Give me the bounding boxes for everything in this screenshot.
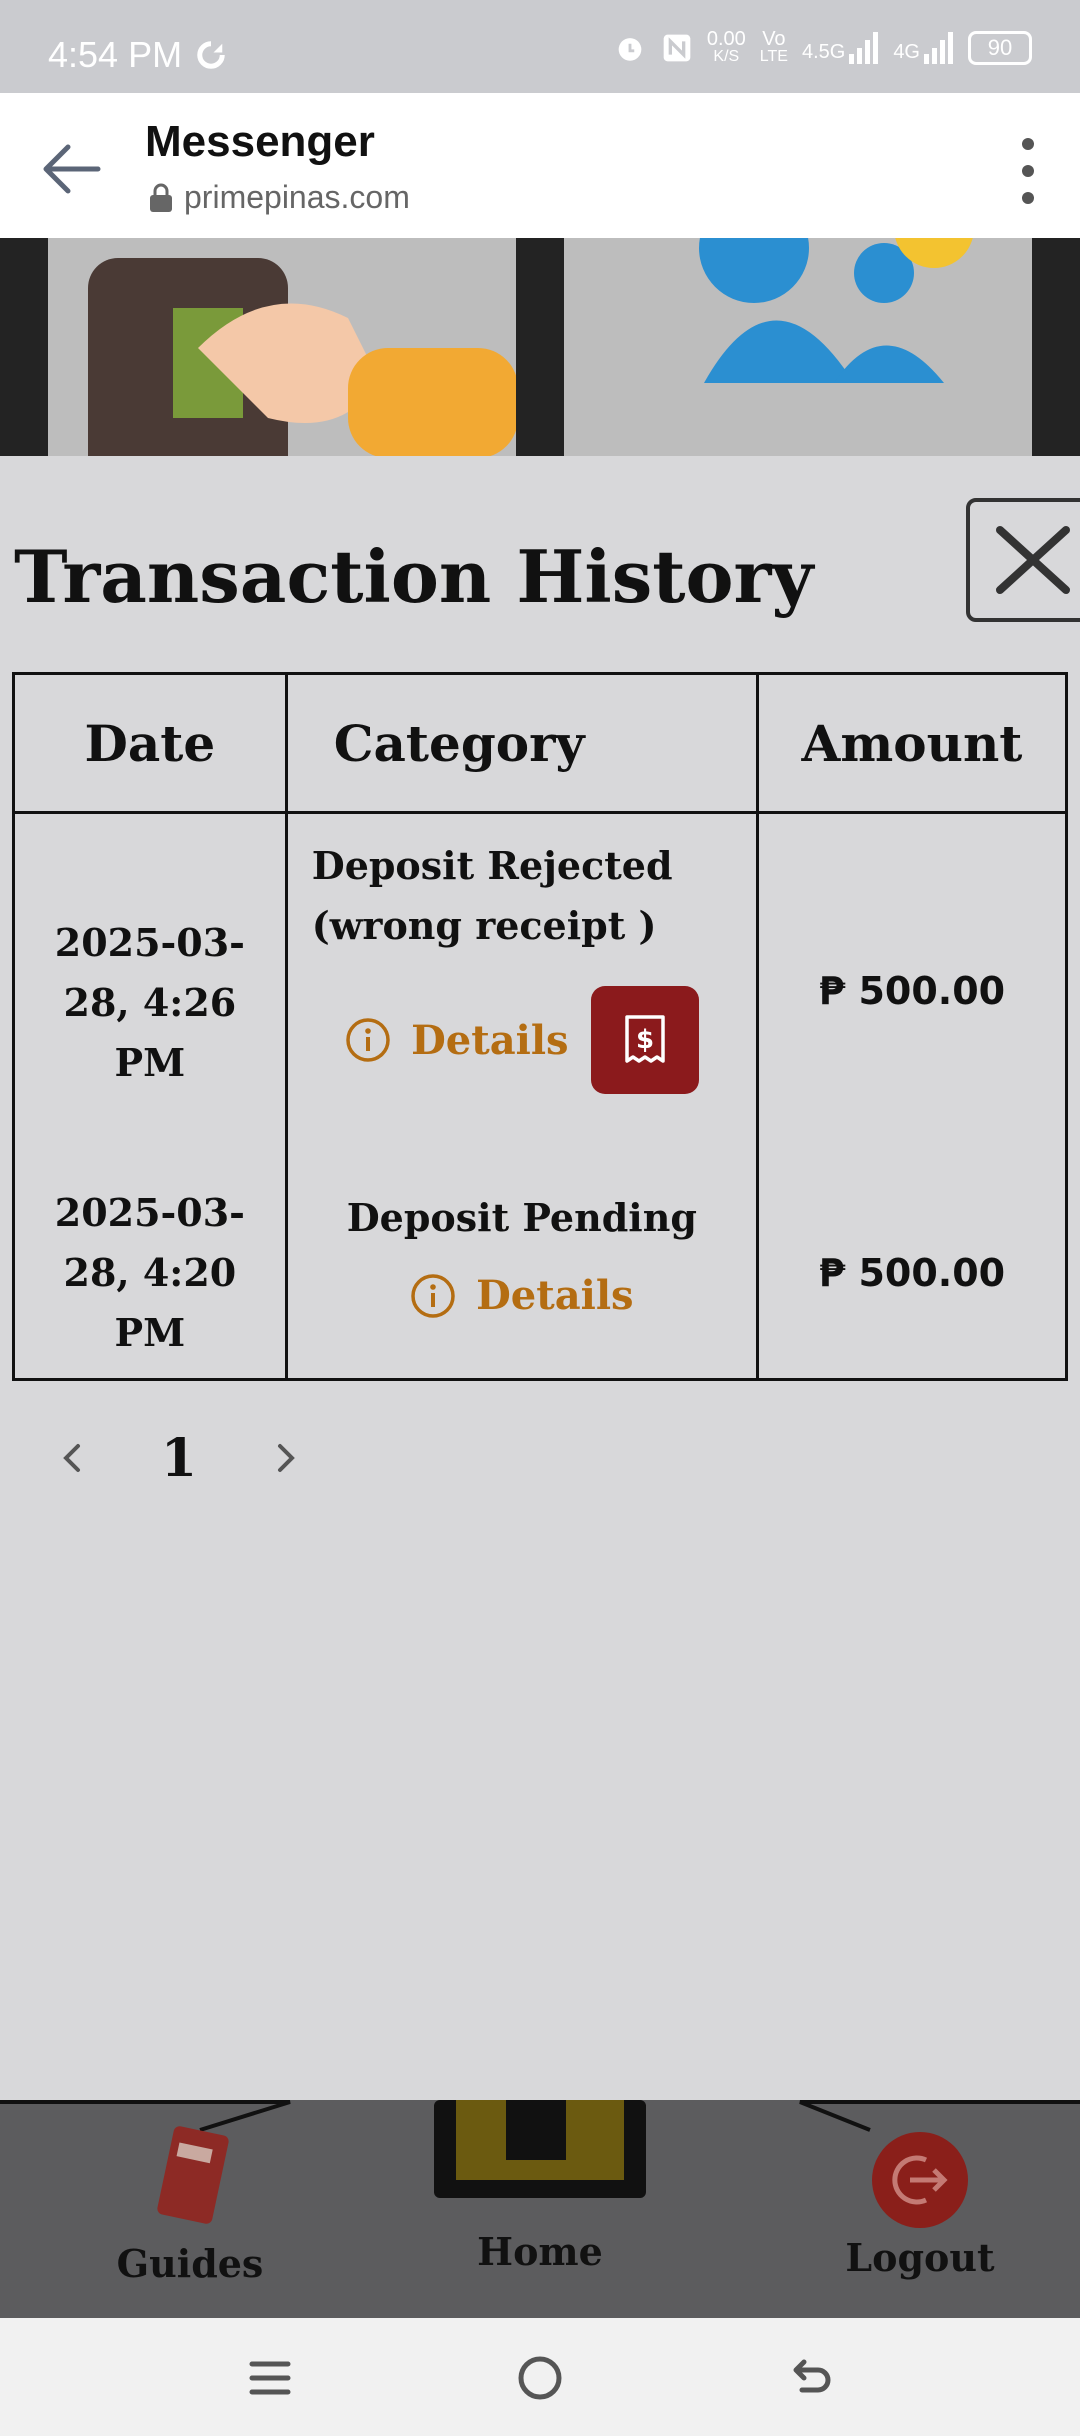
menu-lines-icon [249, 2361, 291, 2395]
row-amount: ₱ 500.00 [755, 1168, 1069, 1381]
info-icon [346, 1018, 390, 1062]
system-navigation-bar [0, 2318, 1080, 2436]
status-time: 4:54 PM [48, 34, 226, 76]
arrow-left-icon [43, 144, 101, 194]
row-date: 2025-03-28, 4:26 PM [12, 812, 288, 1168]
banner-image-users [564, 238, 1032, 456]
circle-home-icon [518, 2356, 562, 2400]
status-icons: 0.00 K/S Vo LTE 4.5G 4G 90 [613, 28, 1032, 66]
back-system-button[interactable] [782, 2350, 838, 2406]
prev-page-button[interactable] [40, 1426, 104, 1490]
nav-logout-label: Logout [845, 2235, 995, 2280]
details-link[interactable]: Details [345, 1016, 569, 1064]
pagination: 1 [40, 1426, 318, 1490]
nav-home-label: Home [477, 2229, 603, 2274]
category-text: Deposit Pending [346, 1195, 697, 1240]
column-header-amount: Amount [755, 672, 1069, 814]
transaction-history-modal: Transaction History Date Category Amount… [0, 456, 1080, 2100]
signal-1: 4.5G [802, 32, 879, 64]
nav-guides-label: Guides [116, 2241, 264, 2286]
close-button[interactable] [966, 498, 1080, 622]
phone-hand-illustration [88, 258, 518, 456]
users-illustration [699, 238, 973, 383]
url-text: primepinas.com [184, 179, 410, 215]
close-icon [996, 526, 1070, 594]
details-label: Details [476, 1272, 634, 1319]
back-arrow-icon [793, 2359, 831, 2393]
browser-url[interactable]: primepinas.com [148, 179, 410, 216]
column-header-category: Category [284, 672, 759, 814]
battery-icon: 90 [968, 31, 1032, 65]
book-icon [157, 2126, 229, 2224]
dot-icon [1022, 164, 1034, 177]
column-header-date: Date [12, 672, 288, 814]
banner-image-phone [48, 238, 518, 456]
row-date: 2025-03-28, 4:20 PM [12, 1168, 288, 1381]
dot-icon [1022, 191, 1034, 204]
chevron-right-icon [278, 1444, 295, 1472]
nav-logout[interactable]: Logout [840, 2130, 1000, 2280]
details-actions: Details [289, 1272, 755, 1319]
details-actions: Details $ [312, 986, 732, 1094]
home-logo-icon [434, 2100, 646, 2198]
nav-home[interactable]: Home [434, 2100, 646, 2274]
table-row: 2025-03-28, 4:26 PM Deposit Rejected (wr… [12, 812, 1069, 1168]
nav-guides[interactable]: Guides [110, 2120, 270, 2286]
logout-icon [872, 2132, 968, 2228]
modal-title: Transaction History [14, 534, 814, 619]
info-icon [411, 1273, 455, 1318]
clock-text: 4:54 PM [48, 34, 183, 75]
home-button[interactable] [512, 2350, 568, 2406]
more-options-button[interactable] [1016, 131, 1040, 211]
back-button[interactable] [36, 133, 108, 205]
lock-icon [150, 183, 172, 212]
sync-icon [197, 41, 225, 69]
row-amount: ₱ 500.00 [755, 812, 1069, 1168]
volte-indicator: Vo LTE [759, 28, 788, 65]
alarm-icon [618, 38, 642, 61]
svg-text:$: $ [636, 1025, 654, 1055]
page-number[interactable]: 1 [104, 1428, 254, 1489]
row-category: Deposit Rejected (wrong receipt ) Detail… [284, 812, 759, 1168]
details-label: Details [411, 1016, 569, 1064]
transaction-table: Date Category Amount 2025-03-28, 4:26 PM… [12, 672, 1069, 1381]
net-speed: 0.00 K/S [706, 28, 746, 65]
view-receipt-button[interactable]: $ [590, 986, 699, 1094]
signal-bars-icon [849, 32, 879, 64]
category-text: Deposit Rejected (wrong receipt ) [311, 843, 673, 948]
signal-bars-icon [924, 32, 953, 64]
dot-icon [1022, 138, 1034, 151]
background-banner [0, 238, 1080, 456]
details-link[interactable]: Details [410, 1272, 634, 1319]
browser-title: Messenger [145, 117, 375, 166]
table-row: 2025-03-28, 4:20 PM Deposit Pending Deta… [12, 1168, 1069, 1381]
receipt-icon: $ [624, 1015, 665, 1063]
table-header-row: Date Category Amount [12, 672, 1069, 814]
chevron-left-icon [63, 1444, 80, 1472]
browser-header: Messenger primepinas.com [0, 93, 1080, 238]
row-category: Deposit Pending Details [284, 1168, 759, 1381]
recents-button[interactable] [242, 2350, 298, 2406]
next-page-button[interactable] [254, 1426, 318, 1490]
nfc-icon [663, 34, 691, 62]
status-bar: 4:54 PM 0.00 K/S Vo LTE 4.5G 4G 90 [0, 0, 1080, 93]
signal-2: 4G [893, 32, 954, 64]
bottom-navigation: Guides Home Logout [0, 2100, 1080, 2318]
